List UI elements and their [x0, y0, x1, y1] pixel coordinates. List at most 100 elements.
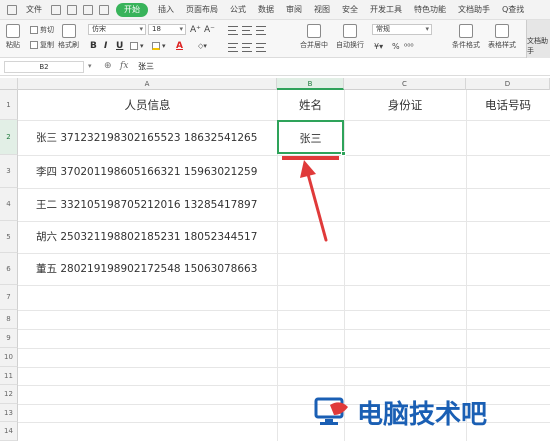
column-header-a[interactable]: A	[18, 78, 277, 90]
ribbon-toolbar: 粘贴 剪切 复制 格式刷 仿宋 18 A⁺ A⁻ B I U ▾ ▾ A ◇▾ …	[0, 20, 550, 58]
table-style-button[interactable]: 表格样式	[488, 24, 516, 50]
format-painter-label: 格式刷	[58, 41, 79, 49]
bold-button[interactable]: B	[90, 41, 97, 51]
cell-a6[interactable]: 董五 280219198902172548 15063078663	[36, 261, 257, 276]
column-header-d[interactable]: D	[466, 78, 550, 90]
align-top-icon[interactable]	[228, 26, 238, 35]
row-header-9[interactable]: 9	[0, 329, 18, 348]
grid-line	[18, 367, 550, 368]
wrap-icon	[343, 24, 357, 38]
cell-a4[interactable]: 王二 332105198705212016 13285417897	[36, 197, 257, 212]
row-header-2[interactable]: 2	[0, 120, 18, 155]
row-header-1[interactable]: 1	[0, 90, 18, 120]
row-header-10[interactable]: 10	[0, 348, 18, 367]
tab-security[interactable]: 安全	[336, 3, 364, 17]
row-header-3[interactable]: 3	[0, 155, 18, 188]
row-header-4[interactable]: 4	[0, 188, 18, 221]
currency-icon[interactable]: ¥▾	[374, 42, 383, 51]
align-middle-icon[interactable]	[242, 26, 252, 35]
copy-icon	[30, 41, 38, 49]
select-all-corner[interactable]	[0, 78, 18, 90]
undo-icon[interactable]	[83, 4, 93, 15]
border-icon[interactable]: ▾	[130, 42, 144, 50]
cell-b1[interactable]: 姓名	[277, 97, 344, 113]
copy-label: 复制	[40, 41, 54, 49]
name-box[interactable]: B2	[4, 61, 84, 73]
grow-font-icon[interactable]: A⁺	[190, 25, 201, 35]
menu-icon[interactable]	[7, 4, 17, 15]
align-left-icon[interactable]	[228, 43, 238, 52]
tab-page-layout[interactable]: 页面布局	[180, 3, 224, 17]
copy-button[interactable]: 复制	[30, 40, 54, 50]
cell-c1[interactable]: 身份证	[344, 97, 466, 113]
redo-icon[interactable]	[99, 4, 109, 15]
tab-insert[interactable]: 插入	[152, 3, 180, 17]
fill-handle[interactable]	[341, 151, 346, 156]
tab-features[interactable]: 特色功能	[408, 3, 452, 17]
grid-line	[466, 90, 467, 441]
shrink-font-icon[interactable]: A⁻	[204, 25, 215, 35]
cell-a5[interactable]: 胡六 250321198802185231 18052344517	[36, 229, 257, 244]
row-header-5[interactable]: 5	[0, 221, 18, 253]
grid-line	[18, 310, 550, 311]
doc-assistant-button[interactable]: 文档助手	[526, 20, 550, 58]
column-header-b[interactable]: B	[277, 78, 344, 90]
cut-button[interactable]: 剪切	[30, 25, 54, 35]
merge-label: 合并居中	[300, 41, 328, 49]
underline-button[interactable]: U	[116, 41, 123, 51]
formula-input[interactable]: 张三	[138, 61, 154, 72]
conditional-format-button[interactable]: 条件格式	[452, 24, 480, 50]
align-center-icon[interactable]	[242, 43, 252, 52]
cut-label: 剪切	[40, 26, 54, 34]
percent-button[interactable]: %	[392, 42, 400, 51]
cell-a1[interactable]: 人员信息	[18, 97, 277, 113]
grid-line	[18, 285, 550, 286]
row-header-14[interactable]: 14	[0, 422, 18, 441]
cell-a2[interactable]: 张三 371232198302165523 18632541265	[36, 130, 257, 145]
grid-line	[18, 221, 550, 222]
formula-bar: B2 ▾ ⊕ fx 张三	[0, 58, 550, 76]
fx-icon[interactable]: fx	[120, 61, 128, 71]
merge-center-button[interactable]: 合并居中	[300, 24, 328, 50]
search-button[interactable]: Q查找	[496, 3, 530, 17]
zoom-icon[interactable]: ⊕	[104, 61, 112, 71]
grid-line	[344, 90, 345, 441]
column-header-c[interactable]: C	[344, 78, 466, 90]
clear-format-icon[interactable]: ◇▾	[198, 42, 207, 50]
fill-color-icon[interactable]: ▾	[152, 42, 166, 50]
tab-review[interactable]: 审阅	[280, 3, 308, 17]
thousands-icon[interactable]: ⁰⁰⁰	[404, 42, 414, 51]
align-bottom-icon[interactable]	[256, 26, 266, 35]
tab-doc-assistant[interactable]: 文档助手	[452, 3, 496, 17]
tab-data[interactable]: 数据	[252, 3, 280, 17]
tab-formulas[interactable]: 公式	[224, 3, 252, 17]
paste-button[interactable]: 粘贴	[6, 24, 20, 50]
grid-line	[18, 385, 550, 386]
tab-developer[interactable]: 开发工具	[364, 3, 408, 17]
row-header-12[interactable]: 12	[0, 385, 18, 404]
cell-d1[interactable]: 电话号码	[466, 97, 550, 113]
wrap-text-button[interactable]: 自动换行	[336, 24, 364, 50]
row-header-6[interactable]: 6	[0, 253, 18, 285]
active-cell-outline	[277, 120, 344, 154]
font-size-select[interactable]: 18	[148, 24, 186, 35]
row-header-7[interactable]: 7	[0, 285, 18, 310]
row-header-11[interactable]: 11	[0, 367, 18, 385]
menu-file[interactable]: 文件	[20, 3, 48, 17]
font-color-button[interactable]: A	[176, 41, 183, 51]
print-icon[interactable]	[67, 4, 77, 15]
italic-button[interactable]: I	[104, 41, 107, 51]
grid-line	[18, 329, 550, 330]
number-format-select[interactable]: 常规	[372, 24, 432, 35]
save-icon[interactable]	[51, 4, 61, 15]
cell-a3[interactable]: 李四 370201198605166321 15963021259	[36, 164, 257, 179]
row-header-8[interactable]: 8	[0, 310, 18, 329]
watermark-logo-icon	[314, 397, 348, 425]
chevron-down-icon[interactable]: ▾	[88, 62, 92, 70]
font-name-select[interactable]: 仿宋	[88, 24, 146, 35]
tab-home[interactable]: 开始	[116, 2, 148, 17]
align-right-icon[interactable]	[256, 43, 266, 52]
tab-view[interactable]: 视图	[308, 3, 336, 17]
format-painter-button[interactable]: 格式刷	[58, 24, 79, 50]
row-header-13[interactable]: 13	[0, 404, 18, 422]
